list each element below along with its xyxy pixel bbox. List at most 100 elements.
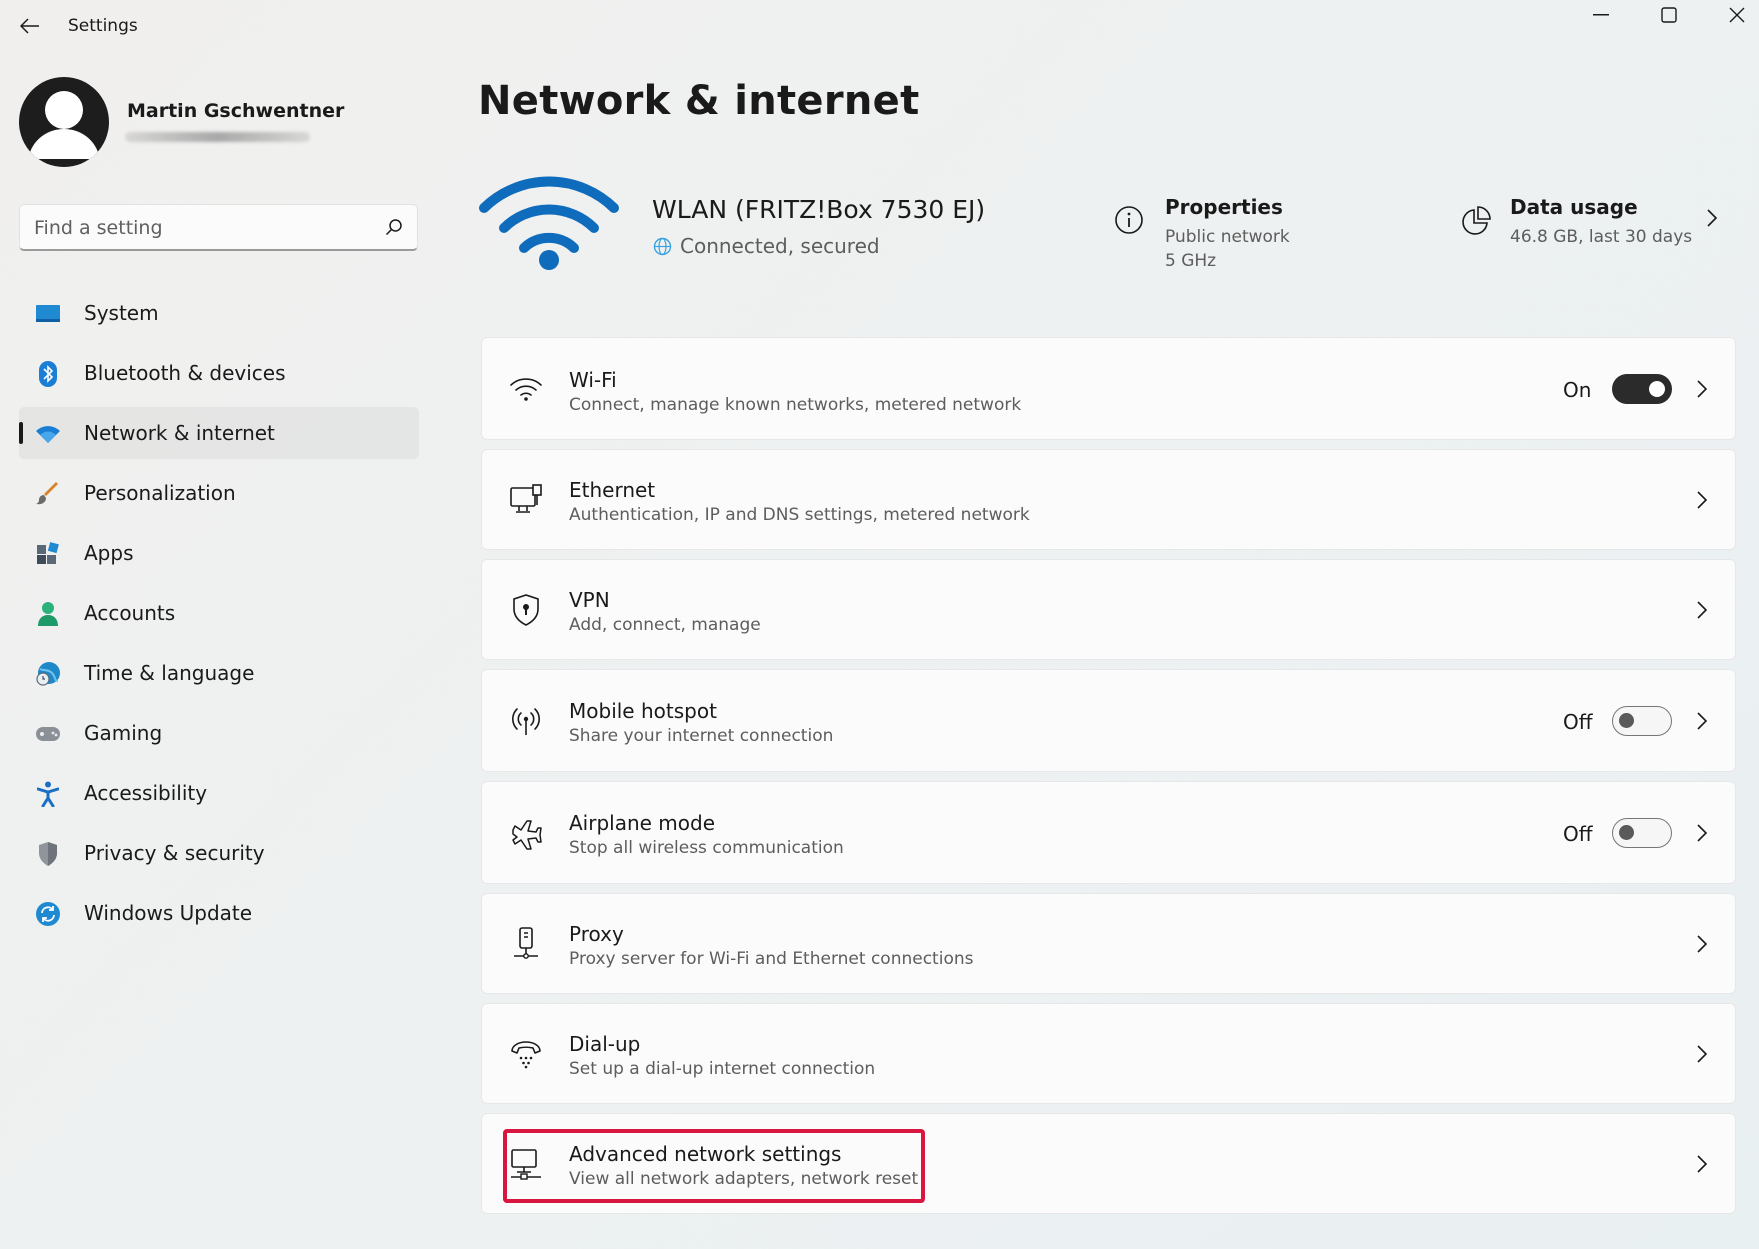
chevron-right-icon[interactable]	[1705, 208, 1719, 228]
toggle-state-label: On	[1563, 378, 1592, 402]
sidebar-item-label: Accounts	[84, 601, 176, 625]
accessibility-icon	[35, 781, 61, 807]
wifi-icon	[35, 421, 61, 447]
data-usage-icon[interactable]	[1460, 205, 1492, 237]
wifi-icon	[508, 371, 544, 407]
chevron-right-icon	[1692, 823, 1712, 843]
wifi-toggle[interactable]	[1612, 374, 1672, 404]
card-subtitle: Add, connect, manage	[569, 615, 761, 635]
data-usage-link[interactable]: Data usage	[1510, 195, 1638, 219]
gamepad-icon	[35, 721, 61, 747]
airplane-icon	[508, 815, 544, 851]
info-icon[interactable]	[1114, 205, 1144, 235]
highlight-annotation	[503, 1129, 925, 1203]
globe-icon	[653, 237, 672, 255]
user-avatar-icon	[28, 91, 100, 159]
chevron-right-icon	[1692, 1044, 1712, 1064]
maximize-icon	[1661, 7, 1677, 23]
back-button[interactable]	[14, 10, 46, 42]
sidebar-item-gaming[interactable]: Gaming	[19, 707, 419, 759]
sidebar-item-accessibility[interactable]: Accessibility	[19, 767, 419, 819]
properties-network-type: Public network	[1165, 227, 1290, 247]
hotspot-icon	[508, 703, 544, 739]
chevron-right-icon	[1692, 600, 1712, 620]
card-title: Mobile hotspot	[569, 699, 717, 723]
chevron-right-icon	[1692, 1154, 1712, 1174]
close-button[interactable]	[1706, 0, 1759, 30]
connection-name: WLAN (FRITZ!Box 7530 EJ)	[652, 195, 986, 224]
minimize-button[interactable]	[1570, 0, 1632, 30]
arrow-left-icon	[20, 18, 39, 34]
dialup-icon	[508, 1036, 544, 1072]
sidebar-item-time-language[interactable]: Time & language	[19, 647, 419, 699]
avatar[interactable]	[19, 77, 109, 167]
sidebar-item-label: Time & language	[84, 661, 255, 685]
sidebar-item-system[interactable]: System	[19, 287, 419, 339]
card-wifi[interactable]: Wi-Fi Connect, manage known networks, me…	[481, 337, 1736, 440]
card-mobile-hotspot[interactable]: Mobile hotspot Share your internet conne…	[481, 669, 1736, 772]
close-icon	[1729, 7, 1745, 23]
toggle-state-label: Off	[1563, 822, 1593, 846]
page-title: Network & internet	[478, 78, 920, 124]
card-title: Dial-up	[569, 1032, 641, 1056]
airplane-mode-toggle[interactable]	[1612, 818, 1672, 848]
user-name: Martin Gschwentner	[127, 100, 345, 122]
sidebar-item-apps[interactable]: Apps	[19, 527, 419, 579]
data-usage-amount: 46.8 GB, last 30 days	[1510, 227, 1693, 247]
globe-clock-icon	[35, 661, 61, 687]
card-vpn[interactable]: VPN Add, connect, manage	[481, 559, 1736, 660]
properties-band: 5 GHz	[1165, 251, 1217, 271]
chevron-right-icon	[1692, 379, 1712, 399]
bluetooth-icon	[35, 361, 61, 387]
sidebar-item-label: Privacy & security	[84, 841, 265, 865]
chevron-right-icon	[1692, 490, 1712, 510]
sidebar-item-label: Gaming	[84, 721, 163, 745]
card-airplane-mode[interactable]: Airplane mode Stop all wireless communic…	[481, 781, 1736, 884]
mobile-hotspot-toggle[interactable]	[1612, 706, 1672, 736]
maximize-button[interactable]	[1638, 0, 1700, 30]
search-icon[interactable]	[385, 218, 403, 236]
card-title: Ethernet	[569, 478, 656, 502]
sidebar-item-network[interactable]: Network & internet	[19, 407, 419, 459]
card-subtitle: Connect, manage known networks, metered …	[569, 395, 1022, 415]
sidebar-item-label: Apps	[84, 541, 134, 565]
sidebar-item-personalization[interactable]: Personalization	[19, 467, 419, 519]
card-proxy[interactable]: Proxy Proxy server for Wi-Fi and Etherne…	[481, 893, 1736, 994]
card-subtitle: Authentication, IP and DNS settings, met…	[569, 505, 1030, 525]
sidebar-item-bluetooth[interactable]: Bluetooth & devices	[19, 347, 419, 399]
update-icon	[35, 901, 61, 927]
brush-icon	[35, 481, 61, 507]
wifi-large-icon	[479, 176, 619, 270]
sidebar-item-label: Personalization	[84, 481, 236, 505]
sidebar-item-privacy[interactable]: Privacy & security	[19, 827, 419, 879]
app-title: Settings	[68, 16, 138, 36]
accounts-icon	[35, 601, 61, 627]
sidebar-item-label: Network & internet	[84, 421, 275, 445]
toggle-state-label: Off	[1563, 710, 1593, 734]
shield-icon	[35, 841, 61, 867]
card-title: VPN	[569, 588, 610, 612]
card-title: Wi-Fi	[569, 368, 617, 392]
search-box[interactable]	[19, 204, 418, 251]
sidebar-item-label: Windows Update	[84, 901, 253, 925]
card-subtitle: Stop all wireless communication	[569, 838, 844, 858]
card-subtitle: Share your internet connection	[569, 726, 834, 746]
sidebar-item-label: Accessibility	[84, 781, 208, 805]
card-dial-up[interactable]: Dial-up Set up a dial-up internet connec…	[481, 1003, 1736, 1104]
vpn-shield-icon	[508, 592, 544, 628]
ethernet-icon	[508, 482, 544, 518]
chevron-right-icon	[1692, 934, 1712, 954]
sidebar-nav: System Bluetooth & devices Network & int…	[19, 287, 419, 947]
search-input[interactable]	[34, 215, 364, 241]
card-subtitle: Proxy server for Wi-Fi and Ethernet conn…	[569, 949, 974, 969]
card-title: Airplane mode	[569, 811, 716, 835]
chevron-right-icon	[1692, 711, 1712, 731]
sidebar-item-accounts[interactable]: Accounts	[19, 587, 419, 639]
properties-link[interactable]: Properties	[1165, 195, 1283, 219]
card-ethernet[interactable]: Ethernet Authentication, IP and DNS sett…	[481, 449, 1736, 550]
user-email-redacted	[125, 132, 310, 142]
sidebar-item-label: System	[84, 301, 159, 325]
minimize-icon	[1593, 14, 1609, 16]
sidebar-item-windows-update[interactable]: Windows Update	[19, 887, 419, 939]
apps-icon	[35, 541, 61, 567]
